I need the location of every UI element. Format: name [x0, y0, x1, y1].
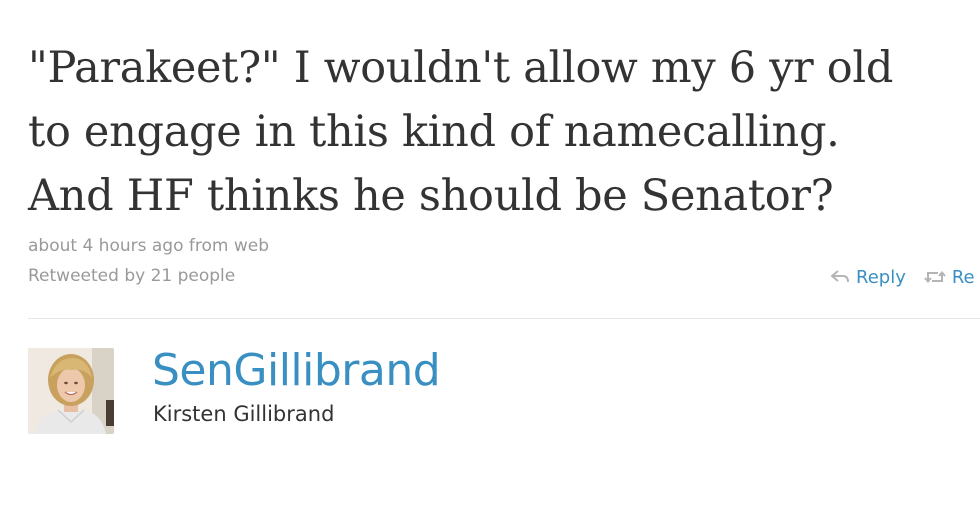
retweet-button[interactable]: Re — [924, 267, 975, 288]
reply-button[interactable]: Reply — [830, 267, 906, 288]
tweet-line-1: "Parakeet?" I wouldn't allow my 6 yr old — [28, 43, 894, 93]
tweet-text: "Parakeet?" I wouldn't allow my 6 yr old… — [28, 36, 968, 228]
reply-label: Reply — [856, 266, 906, 288]
author-full-name: Kirsten Gillibrand — [153, 402, 335, 426]
avatar[interactable] — [28, 348, 114, 434]
author-screen-name[interactable]: SenGillibrand — [152, 343, 441, 399]
avatar-photo — [28, 348, 114, 434]
tweet-line-3: And HF thinks he should be Senator? — [28, 171, 834, 221]
tweet-page: "Parakeet?" I wouldn't allow my 6 yr old… — [0, 0, 980, 516]
retweet-count[interactable]: Retweeted by 21 people — [28, 266, 235, 286]
retweet-label: Re — [951, 266, 975, 288]
tweet-line-2: to engage in this kind of namecalling. — [28, 107, 840, 157]
reply-arrow-icon — [830, 270, 849, 283]
tweet-timestamp[interactable]: about 4 hours ago from web — [28, 236, 269, 256]
retweet-icon — [924, 270, 946, 284]
tweet-actions: Reply Re — [830, 264, 975, 290]
divider — [28, 318, 980, 319]
